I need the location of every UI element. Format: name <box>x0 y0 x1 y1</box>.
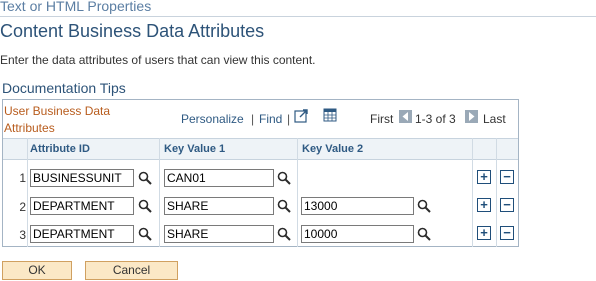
first-label: First <box>370 112 394 126</box>
column-divider <box>297 138 298 247</box>
lookup-icon[interactable] <box>417 227 431 241</box>
column-header-attribute-id[interactable]: Attribute ID <box>30 143 90 155</box>
page-description: Enter the data attributes of users that … <box>0 53 316 67</box>
delete-row-button[interactable]: − <box>500 226 514 240</box>
lookup-icon[interactable] <box>138 199 152 213</box>
attribute-id-input[interactable]: DEPARTMENT <box>30 225 134 243</box>
delete-row-button[interactable]: − <box>500 198 514 212</box>
key-value-2-input[interactable]: 13000 <box>301 197 414 215</box>
add-row-button[interactable]: + <box>477 198 491 212</box>
key-value-1-input[interactable]: CAN01 <box>164 169 274 187</box>
grid-title-line2: Attributes <box>4 121 55 135</box>
add-row-button[interactable]: + <box>477 226 491 240</box>
lookup-icon[interactable] <box>277 199 291 213</box>
column-divider <box>27 138 28 247</box>
lookup-icon[interactable] <box>277 227 291 241</box>
delete-row-button[interactable]: − <box>500 170 514 184</box>
nav-separator: | <box>287 112 291 126</box>
nav-separator: | <box>251 112 255 126</box>
cancel-button[interactable]: Cancel <box>85 261 178 280</box>
add-row-button[interactable]: + <box>477 170 491 184</box>
ok-button[interactable]: OK <box>2 261 72 280</box>
row-range: 1-3 of 3 <box>415 112 456 126</box>
attribute-id-input[interactable]: DEPARTMENT <box>30 197 134 215</box>
key-value-2-input[interactable]: 10000 <box>301 225 414 243</box>
previous-arrow-icon[interactable] <box>399 110 412 123</box>
header-divider <box>0 16 596 17</box>
row-number: 2 <box>19 200 26 214</box>
lookup-icon[interactable] <box>138 227 152 241</box>
text-or-html-properties-link[interactable]: Text or HTML Properties <box>0 0 151 14</box>
page-title: Content Business Data Attributes <box>0 21 265 41</box>
grid-title-line1: User Business Data <box>4 104 111 118</box>
documentation-tips-link[interactable]: Documentation Tips <box>2 80 126 96</box>
row-number: 1 <box>19 171 26 185</box>
download-spreadsheet-icon[interactable] <box>323 108 338 123</box>
key-value-1-input[interactable]: SHARE <box>164 197 274 215</box>
lookup-icon[interactable] <box>277 171 291 185</box>
column-divider <box>472 138 473 247</box>
last-label: Last <box>483 112 506 126</box>
column-divider <box>159 138 160 247</box>
find-link[interactable]: Find <box>259 112 282 126</box>
lookup-icon[interactable] <box>417 199 431 213</box>
row-number: 3 <box>19 228 26 242</box>
lookup-icon[interactable] <box>138 171 152 185</box>
view-all-icon[interactable] <box>294 108 310 124</box>
column-header-key-value-1[interactable]: Key Value 1 <box>164 143 225 155</box>
grid-title: User Business Data Attributes <box>4 103 154 137</box>
column-divider <box>496 138 497 247</box>
column-header-key-value-2[interactable]: Key Value 2 <box>302 143 363 155</box>
next-arrow-icon[interactable] <box>465 110 478 123</box>
attribute-id-input[interactable]: BUSINESSUNIT <box>30 169 134 187</box>
key-value-1-input[interactable]: SHARE <box>164 225 274 243</box>
personalize-link[interactable]: Personalize <box>181 112 244 126</box>
